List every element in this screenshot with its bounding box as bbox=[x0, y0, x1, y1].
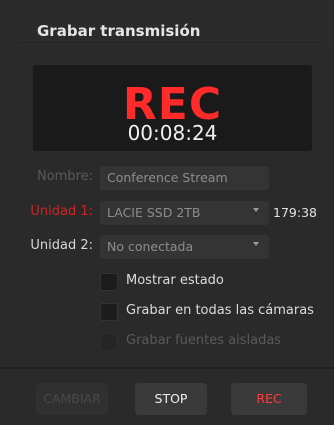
change-button: CAMBIAR bbox=[36, 383, 108, 415]
stop-button[interactable]: STOP bbox=[135, 383, 207, 415]
disk2-select[interactable]: No conectada bbox=[100, 235, 269, 259]
record-iso-checkbox bbox=[100, 333, 118, 351]
record-iso-label: Grabar fuentes aisladas bbox=[126, 333, 282, 348]
chevron-down-icon bbox=[253, 208, 259, 212]
name-value: Conference Stream bbox=[107, 170, 228, 185]
show-status-checkbox[interactable] bbox=[100, 273, 118, 291]
show-status-option[interactable]: Mostrar estado bbox=[100, 270, 330, 292]
header-divider bbox=[20, 42, 320, 43]
record-all-cameras-checkbox[interactable] bbox=[100, 303, 118, 321]
disk2-value: No conectada bbox=[107, 239, 194, 254]
panel-header: Grabar transmisión bbox=[0, 0, 334, 46]
record-iso-option: Grabar fuentes aisladas bbox=[100, 330, 330, 352]
disk1-select[interactable]: LACIE SSD 2TB bbox=[100, 201, 269, 225]
disk1-label: Unidad 1: bbox=[30, 204, 93, 219]
disk1-row: Unidad 1: LACIE SSD 2TB 179:38 bbox=[0, 201, 334, 225]
disk2-row: Unidad 2: No conectada bbox=[0, 235, 334, 259]
recording-status-display: REC 00:08:24 bbox=[33, 65, 312, 151]
panel-title: Grabar transmisión bbox=[37, 22, 201, 40]
disk1-value: LACIE SSD 2TB bbox=[107, 205, 201, 220]
name-row: Nombre: Conference Stream bbox=[0, 166, 334, 190]
record-all-cameras-option[interactable]: Grabar en todas las cámaras bbox=[100, 300, 330, 322]
rec-button[interactable]: REC bbox=[231, 383, 307, 415]
name-label: Nombre: bbox=[36, 169, 93, 184]
name-field[interactable]: Conference Stream bbox=[100, 166, 269, 190]
footer-divider bbox=[0, 367, 334, 369]
record-stream-panel: Grabar transmisión REC 00:08:24 Nombre: … bbox=[0, 0, 334, 425]
disk2-label: Unidad 2: bbox=[30, 238, 93, 253]
chevron-down-icon bbox=[253, 242, 259, 246]
record-all-cameras-label: Grabar en todas las cámaras bbox=[126, 303, 314, 318]
recording-timecode: 00:08:24 bbox=[127, 121, 218, 145]
disk1-remaining-time: 179:38 bbox=[273, 205, 317, 220]
show-status-label: Mostrar estado bbox=[126, 273, 224, 288]
